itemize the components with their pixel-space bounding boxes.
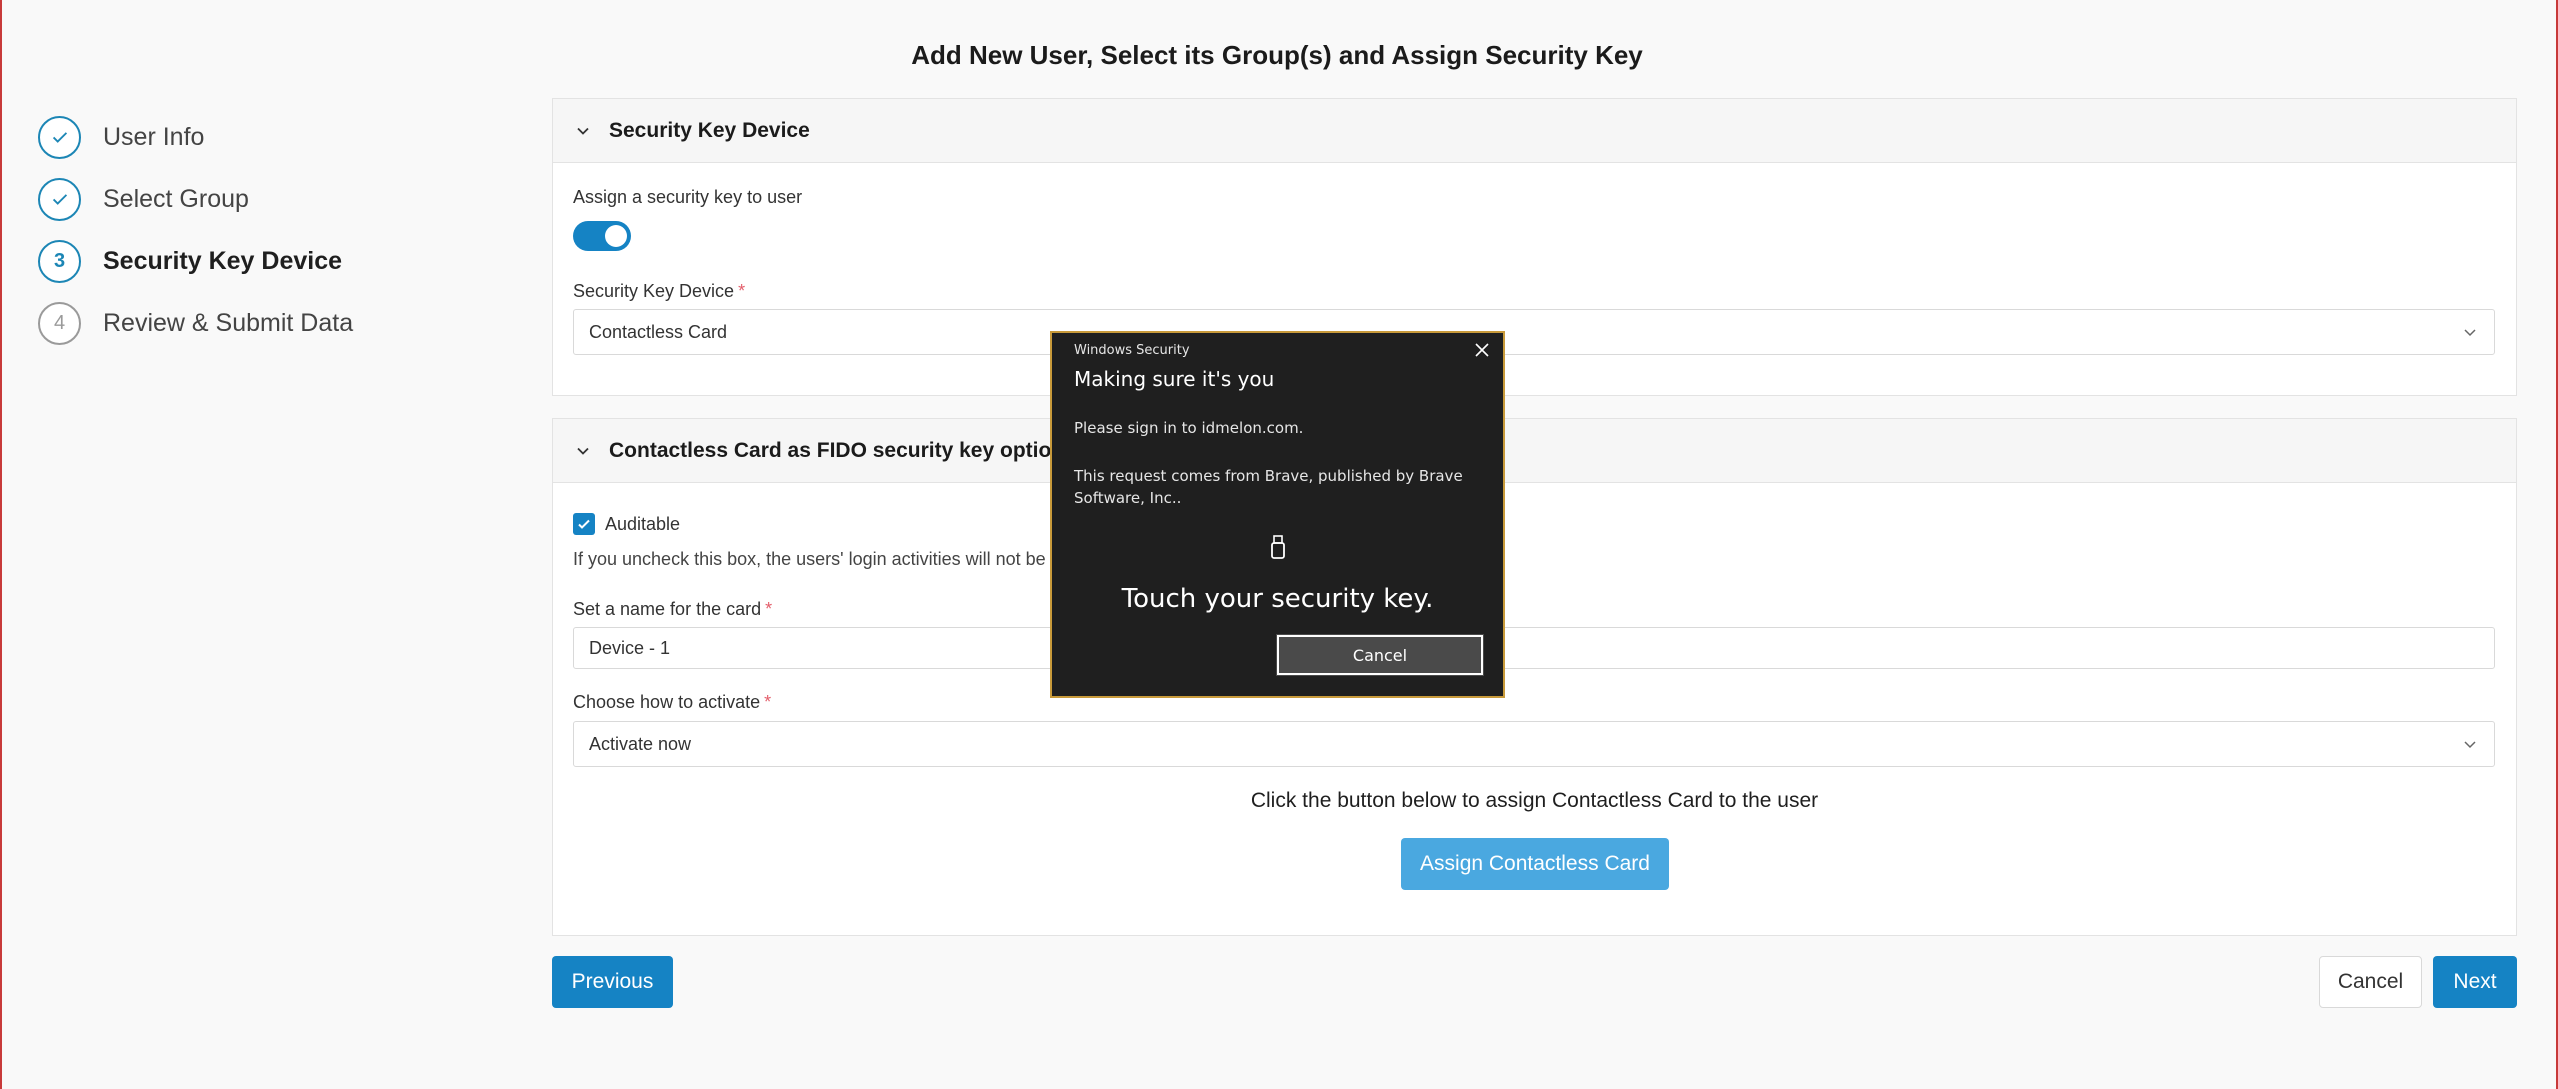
activate-label: Choose how to activate *	[573, 692, 771, 713]
step-number: 3	[38, 239, 81, 283]
device-select-value: Contactless Card	[589, 321, 728, 342]
assign-key-toggle[interactable]	[573, 221, 631, 251]
card-name-input[interactable]: Device - 1	[573, 627, 2495, 669]
dialog-app-name: Windows Security	[1074, 343, 1190, 358]
assign-contactless-card-button[interactable]: Assign Contactless Card	[1401, 838, 1669, 890]
wizard-stepper: User Info Select Group 3 Security Key De…	[38, 106, 353, 354]
dialog-heading: Making sure it's you	[1074, 367, 1275, 391]
previous-button[interactable]: Previous	[552, 956, 673, 1008]
check-icon	[578, 519, 590, 529]
required-mark: *	[764, 692, 772, 712]
window-edge-left	[0, 0, 2, 1089]
chevron-down-icon	[2464, 741, 2476, 749]
step-label: Review & Submit Data	[103, 308, 354, 337]
fido-panel-body: Auditable If you uncheck this box, the u…	[553, 483, 2516, 937]
step-security-key-device[interactable]: 3 Security Key Device	[38, 230, 353, 292]
page-title: Add New User, Select its Group(s) and As…	[911, 40, 1643, 70]
activate-label-text: Choose how to activate	[573, 692, 761, 712]
touch-key-prompt: Touch your security key.	[1121, 584, 1434, 614]
device-label-text: Security Key Device	[573, 281, 735, 301]
next-button[interactable]: Next	[2433, 956, 2517, 1008]
step-label: User Info	[103, 122, 205, 151]
auditable-hint: If you uncheck this box, the users' logi…	[573, 549, 1046, 569]
security-key-panel: Security Key Device Assign a security ke…	[552, 98, 2517, 396]
fido-panel-header[interactable]: Contactless Card as FIDO security key op…	[553, 419, 2516, 483]
chevron-down-icon[interactable]	[573, 441, 593, 461]
step-label: Select Group	[103, 184, 249, 213]
panel-title: Contactless Card as FIDO security key op…	[609, 438, 1065, 462]
required-mark: *	[738, 281, 746, 301]
step-label: Security Key Device	[103, 246, 343, 275]
chevron-down-icon[interactable]	[573, 121, 593, 141]
chevron-down-icon	[2464, 329, 2476, 337]
auditable-checkbox[interactable]	[573, 513, 595, 535]
step-complete-check-icon	[38, 115, 81, 159]
activate-select-value: Activate now	[589, 733, 692, 754]
auditable-label: Auditable	[605, 514, 681, 534]
activate-select[interactable]: Activate now	[573, 721, 2495, 767]
required-mark: *	[765, 599, 773, 619]
card-name-label-text: Set a name for the card	[573, 599, 762, 619]
device-field-label: Security Key Device *	[573, 281, 745, 302]
fido-option-panel: Contactless Card as FIDO security key op…	[552, 418, 2517, 936]
step-complete-check-icon	[38, 177, 81, 221]
security-key-panel-header[interactable]: Security Key Device	[553, 99, 2516, 163]
dialog-request-source: This request comes from Brave, published…	[1074, 467, 1463, 507]
dialog-cancel-button[interactable]: Cancel	[1276, 634, 1484, 676]
device-select[interactable]: Contactless Card	[573, 309, 2495, 355]
cancel-button[interactable]: Cancel	[2319, 956, 2422, 1008]
step-review-submit[interactable]: 4 Review & Submit Data	[38, 292, 353, 354]
assign-key-label: Assign a security key to user	[573, 187, 803, 207]
card-name-label: Set a name for the card *	[573, 599, 772, 620]
assign-card-hint: Click the button below to assign Contact…	[1250, 789, 1819, 812]
windows-security-dialog: Windows Security Making sure it's you Pl…	[1050, 331, 1505, 698]
close-icon[interactable]	[1473, 341, 1491, 359]
step-number: 4	[38, 301, 81, 345]
toggle-knob	[605, 225, 627, 247]
panel-title: Security Key Device	[609, 118, 810, 142]
usb-key-icon	[1271, 535, 1285, 559]
step-select-group[interactable]: Select Group	[38, 168, 353, 230]
step-user-info[interactable]: User Info	[38, 106, 353, 168]
card-name-value: Device - 1	[589, 637, 671, 658]
dialog-message: Please sign in to idmelon.com.	[1074, 419, 1304, 437]
